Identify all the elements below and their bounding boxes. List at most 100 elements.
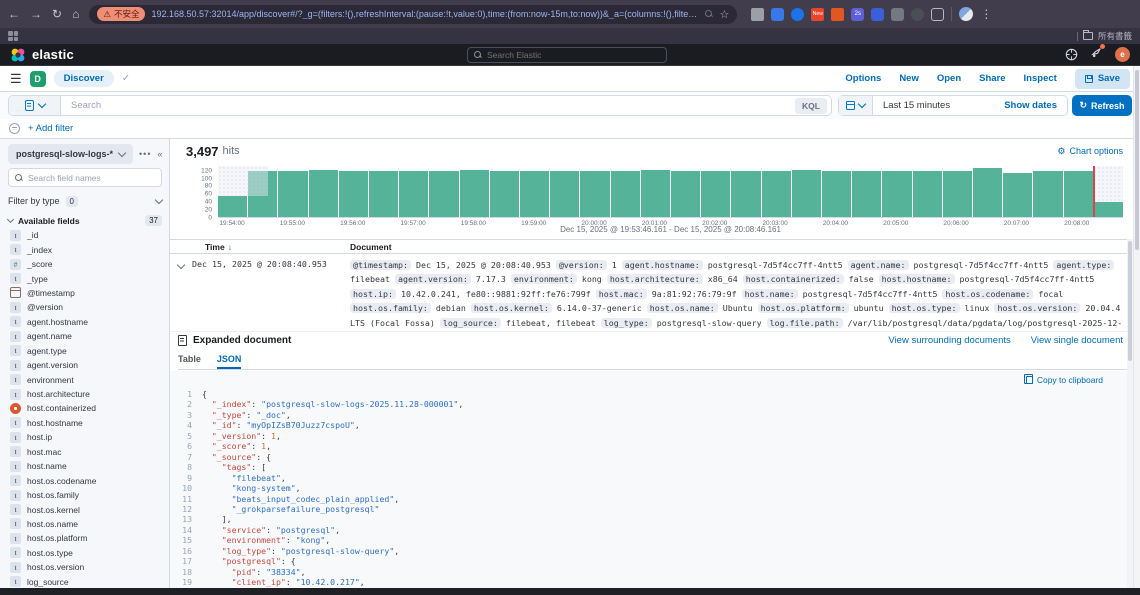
histogram-bar[interactable]: [641, 170, 670, 217]
histogram-bar[interactable]: [520, 171, 549, 217]
search-icon[interactable]: [705, 10, 713, 18]
histogram-bar[interactable]: [429, 171, 458, 217]
notifications-icon[interactable]: [1090, 46, 1103, 64]
field-list-item[interactable]: t_id: [0, 228, 169, 242]
field-list-item[interactable]: tenvironment: [0, 372, 169, 386]
field-list-item[interactable]: @timestamp: [0, 286, 169, 300]
extension-icon[interactable]: 2s: [851, 8, 864, 21]
extensions-puzzle-icon[interactable]: [931, 8, 944, 21]
show-dates-button[interactable]: Show dates: [1004, 100, 1067, 111]
save-button[interactable]: Save: [1075, 69, 1130, 89]
field-list-item[interactable]: t_index: [0, 242, 169, 256]
sort-down-icon[interactable]: ↓: [228, 242, 232, 252]
histogram-bar[interactable]: [701, 171, 730, 217]
tab-table[interactable]: Table: [178, 354, 201, 369]
doc-field-badge[interactable]: host.ip:: [350, 289, 396, 299]
view-surrounding-documents-link[interactable]: View surrounding documents: [888, 335, 1010, 346]
field-list-item[interactable]: thost.ip: [0, 430, 169, 444]
field-list-item[interactable]: tagent.type: [0, 344, 169, 358]
options-button[interactable]: Options: [845, 73, 881, 84]
tab-groups-icon[interactable]: [8, 31, 18, 41]
collapse-sidebar-icon[interactable]: «: [157, 149, 162, 159]
browser-profile-avatar[interactable]: [959, 7, 973, 21]
histogram-bar[interactable]: [852, 171, 881, 217]
histogram-bar[interactable]: [943, 171, 972, 217]
bookmark-star-icon[interactable]: ☆: [719, 8, 729, 21]
field-list-item[interactable]: thost.mac: [0, 445, 169, 459]
global-search-input[interactable]: [487, 50, 660, 60]
date-quick-menu-button[interactable]: [839, 96, 873, 115]
open-button[interactable]: Open: [937, 73, 961, 84]
histogram-bar[interactable]: [218, 196, 247, 217]
doc-field-badge[interactable]: @version:: [556, 260, 607, 270]
field-list-item[interactable]: tlog_source: [0, 575, 169, 589]
field-list-item[interactable]: thost.name: [0, 459, 169, 473]
page-scrollbar[interactable]: [1133, 66, 1140, 588]
kql-badge[interactable]: KQL: [795, 98, 827, 114]
extension-icon[interactable]: [831, 8, 844, 21]
extension-icon[interactable]: [911, 8, 924, 21]
field-list-item[interactable]: thost.os.kernel: [0, 502, 169, 516]
refresh-button[interactable]: ↻ Refresh: [1072, 95, 1132, 116]
field-list-item[interactable]: host.containerized: [0, 401, 169, 415]
view-single-document-link[interactable]: View single document: [1031, 335, 1123, 346]
tab-json[interactable]: JSON: [217, 354, 242, 369]
address-bar[interactable]: ⚠不安全 192.168.50.57:32014/app/discover#/?…: [89, 5, 737, 24]
doc-field-badge[interactable]: host.containerized:: [743, 274, 844, 284]
table-row[interactable]: Dec 15, 2025 @ 20:08:40.953 @timestamp: …: [170, 254, 1127, 332]
security-badge[interactable]: ⚠不安全: [97, 7, 145, 21]
field-list-item[interactable]: thost.hostname: [0, 416, 169, 430]
browser-menu-icon[interactable]: ⋮: [980, 8, 992, 20]
field-list-item[interactable]: tagent.name: [0, 329, 169, 343]
histogram-bar[interactable]: [762, 171, 791, 217]
available-fields-header[interactable]: Available fields 37: [8, 215, 162, 226]
kql-search-input[interactable]: [61, 100, 795, 111]
index-pattern-selector[interactable]: postgresql-slow-logs-*: [8, 144, 133, 164]
histogram-bar[interactable]: [913, 171, 942, 217]
histogram-bar[interactable]: [882, 171, 911, 217]
time-range-value[interactable]: Last 15 minutes: [873, 100, 1004, 111]
field-list-item[interactable]: t@version: [0, 300, 169, 314]
histogram-bar[interactable]: [490, 171, 519, 217]
field-search-input[interactable]: [28, 173, 155, 183]
forward-icon[interactable]: →: [30, 8, 42, 20]
extension-icon[interactable]: [891, 8, 904, 21]
add-filter-button[interactable]: + Add filter: [28, 123, 73, 134]
field-list-item[interactable]: thost.os.name: [0, 517, 169, 531]
help-icon[interactable]: [1065, 48, 1078, 61]
field-list-item[interactable]: tagent.hostname: [0, 315, 169, 329]
histogram-bar[interactable]: [1094, 202, 1123, 217]
extension-icon[interactable]: [751, 8, 764, 21]
histogram-bar[interactable]: [671, 171, 700, 217]
doc-field-badge[interactable]: host.os.kernel:: [471, 303, 552, 313]
breadcrumb[interactable]: Discover: [54, 70, 114, 87]
nav-menu-icon[interactable]: ☰: [10, 71, 22, 87]
share-button[interactable]: Share: [979, 73, 1005, 84]
chart-options-button[interactable]: ⚙ Chart options: [1057, 146, 1123, 157]
histogram-bar[interactable]: [731, 171, 760, 217]
filter-by-type[interactable]: Filter by type 0: [8, 192, 162, 210]
field-list-item[interactable]: thost.os.platform: [0, 531, 169, 545]
doc-field-badge[interactable]: agent.type:: [1053, 260, 1114, 270]
histogram-bar[interactable]: [580, 171, 609, 217]
extension-icon[interactable]: [771, 8, 784, 21]
url-text[interactable]: 192.168.50.57:32014/app/discover#/?_g=(f…: [151, 9, 699, 19]
doc-field-badge[interactable]: host.os.family:: [350, 303, 431, 313]
histogram-bar[interactable]: [339, 171, 368, 217]
new-button[interactable]: New: [899, 73, 919, 84]
histogram-bar[interactable]: [460, 170, 489, 217]
back-icon[interactable]: ←: [8, 8, 20, 20]
space-badge[interactable]: D: [30, 71, 46, 87]
histogram-bar[interactable]: [822, 171, 851, 217]
histogram-bar[interactable]: [309, 170, 338, 217]
doc-field-badge[interactable]: host.os.name:: [647, 303, 718, 313]
doc-field-badge[interactable]: host.architecture:: [607, 274, 703, 284]
expand-row-icon[interactable]: [177, 261, 185, 269]
doc-field-badge[interactable]: host.name:: [742, 289, 798, 299]
filter-options-icon[interactable]: [9, 123, 20, 134]
field-list-item[interactable]: #_score: [0, 257, 169, 271]
doc-field-badge[interactable]: host.mac:: [596, 289, 647, 299]
json-code-block[interactable]: 1{2 "_index": "postgresql-slow-logs-2025…: [176, 389, 1113, 588]
extension-icon[interactable]: [791, 8, 804, 21]
elastic-logo-icon[interactable]: [10, 47, 26, 63]
